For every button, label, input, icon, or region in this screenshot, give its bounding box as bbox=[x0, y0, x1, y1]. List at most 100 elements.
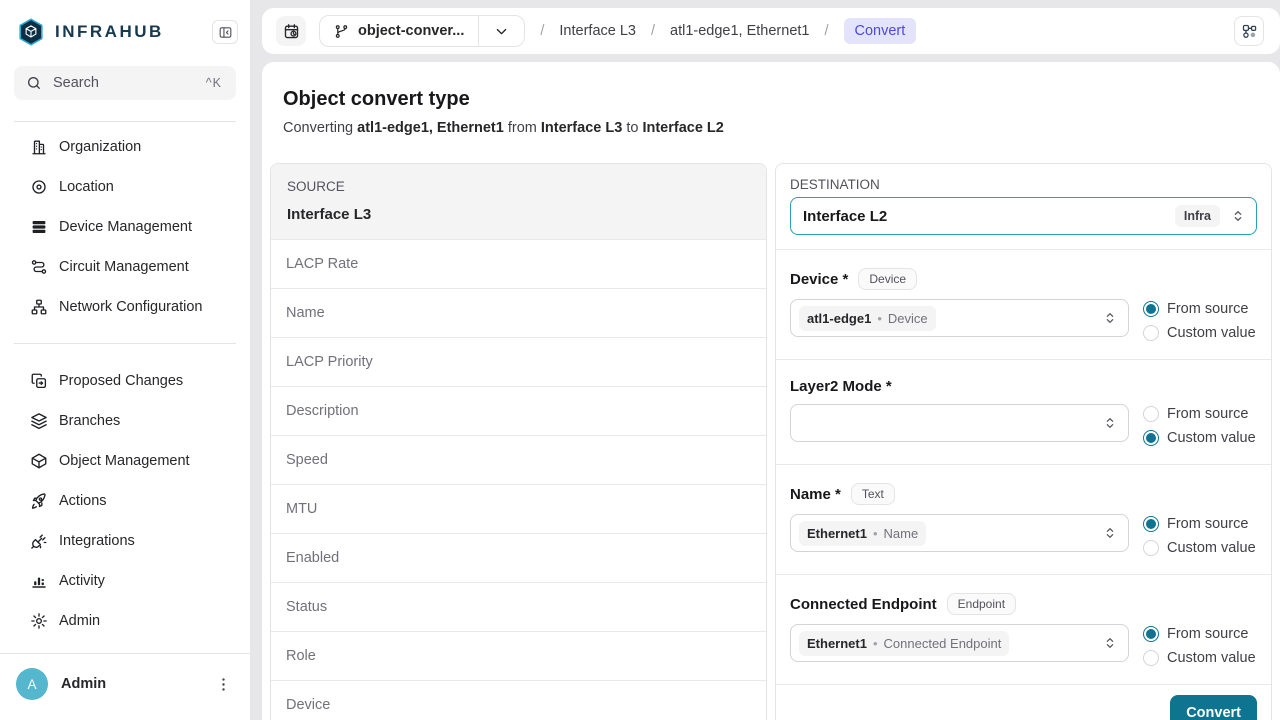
destination-type-select[interactable]: Interface L2 Infra bbox=[790, 197, 1257, 235]
sidebar-item-network-configuration[interactable]: Network Configuration bbox=[0, 287, 250, 327]
chip-attribute: Name bbox=[884, 526, 919, 541]
sidebar-item-branches[interactable]: Branches bbox=[0, 401, 250, 441]
sidebar-item-object-management[interactable]: Object Management bbox=[0, 441, 250, 481]
custom-value-radio[interactable]: Custom value bbox=[1143, 430, 1257, 446]
source-row-label: LACP Rate bbox=[286, 256, 505, 272]
topbar: object-conver... / Interface L3 / atl1-edge… bbox=[262, 8, 1280, 54]
destination-panel-label: DESTINATION bbox=[790, 177, 1257, 192]
sidebar-item-integrations[interactable]: Integrations bbox=[0, 521, 250, 561]
radio-label: Custom value bbox=[1167, 650, 1256, 666]
source-row-label: Device bbox=[286, 697, 505, 713]
chip-value: Ethernet1 bbox=[807, 526, 867, 541]
sidebar-item-actions[interactable]: Actions bbox=[0, 481, 250, 521]
sidebar-item-activity[interactable]: Activity bbox=[0, 561, 250, 601]
gear-icon bbox=[30, 612, 48, 630]
custom-value-radio[interactable]: Custom value bbox=[1143, 650, 1257, 666]
breadcrumb-item[interactable]: Interface L3 bbox=[559, 23, 636, 39]
field-select-layer2-mode[interactable] bbox=[790, 404, 1129, 442]
sidebar-item-label: Activity bbox=[59, 573, 105, 589]
custom-value-radio[interactable]: Custom value bbox=[1143, 325, 1257, 341]
schema-icon bbox=[1241, 23, 1258, 40]
breadcrumb-separator: / bbox=[824, 23, 828, 39]
sidebar-group-secondary: Proposed ChangesBranches Object Managemen… bbox=[0, 344, 250, 641]
user-name: Admin bbox=[61, 676, 200, 692]
destination-footer: Convert bbox=[776, 684, 1271, 720]
git-branch-icon bbox=[334, 24, 349, 39]
value-mode-radio-group: From source Custom value bbox=[1143, 299, 1257, 341]
source-row: Name bbox=[271, 288, 766, 337]
sidebar-item-label: Network Configuration bbox=[59, 299, 202, 315]
field-control-row: Ethernet1•Connected Endpoint From source C… bbox=[790, 624, 1257, 666]
source-row-label: Description bbox=[286, 403, 505, 419]
field-select-device[interactable]: atl1-edge1•Device bbox=[790, 299, 1129, 337]
search-icon bbox=[26, 75, 42, 91]
activity-icon bbox=[30, 572, 48, 590]
source-row: Role bbox=[271, 631, 766, 680]
radio-label: From source bbox=[1167, 406, 1248, 422]
radio-icon bbox=[1143, 516, 1159, 532]
infrahub-logo-icon bbox=[16, 16, 46, 48]
radio-icon bbox=[1143, 540, 1159, 556]
source-row: Description bbox=[271, 386, 766, 435]
breadcrumb-item: Convert bbox=[844, 18, 917, 44]
radio-label: From source bbox=[1167, 301, 1248, 317]
destination-field-connected-endpoint: Connected EndpointEndpoint Ethernet1•Conn… bbox=[776, 574, 1271, 684]
source-row: MTU bbox=[271, 484, 766, 533]
chip-dot: • bbox=[873, 526, 878, 541]
radio-icon bbox=[1143, 301, 1159, 317]
destination-type-value: Interface L2 bbox=[803, 208, 1175, 225]
chip-attribute: Device bbox=[888, 311, 928, 326]
calendar-clock-icon bbox=[283, 23, 300, 40]
radio-icon bbox=[1143, 406, 1159, 422]
field-select-connected-endpoint[interactable]: Ethernet1•Connected Endpoint bbox=[790, 624, 1129, 662]
chevron-down-icon bbox=[479, 24, 524, 39]
selected-value-chip: Ethernet1•Connected Endpoint bbox=[799, 631, 1009, 656]
chip-dot: • bbox=[877, 311, 882, 326]
sidebar-item-label: Organization bbox=[59, 139, 141, 155]
custom-value-radio[interactable]: Custom value bbox=[1143, 540, 1257, 556]
destination-field-layer2-mode: Layer2 Mode *From sourceCustom value bbox=[776, 359, 1271, 464]
search-input[interactable]: Search ^K bbox=[14, 66, 236, 100]
field-select-name[interactable]: Ethernet1 • Name bbox=[790, 514, 1129, 552]
radio-icon bbox=[1143, 325, 1159, 341]
branches-icon bbox=[30, 412, 48, 430]
sidebar-collapse-button[interactable] bbox=[212, 20, 238, 44]
from-source-radio[interactable]: From source bbox=[1143, 626, 1257, 642]
destination-panel: DESTINATION Interface L2 Infra Device *D… bbox=[775, 163, 1272, 720]
source-row-label: Role bbox=[286, 648, 505, 664]
kebab-menu-icon[interactable] bbox=[213, 674, 234, 695]
sidebar-item-organization[interactable]: Organization bbox=[0, 127, 250, 167]
source-row: Enabled bbox=[271, 533, 766, 582]
sidebar-item-label: Object Management bbox=[59, 453, 190, 469]
convert-button[interactable]: Convert bbox=[1170, 695, 1257, 720]
value-mode-radio-group: From source Custom value bbox=[1143, 404, 1257, 446]
field-control-row: From source Custom value bbox=[790, 404, 1257, 446]
sidebar-item-label: Location bbox=[59, 179, 114, 195]
source-panel-label: SOURCE bbox=[287, 179, 750, 194]
field-control-row: Ethernet1 • Name From source Custom value bbox=[790, 514, 1257, 556]
breadcrumb-separator: / bbox=[540, 23, 544, 39]
field-label-row: Name *Text bbox=[790, 483, 1257, 505]
schema-button[interactable] bbox=[1234, 16, 1264, 46]
select-caret-icon bbox=[1102, 310, 1118, 326]
from-source-radio[interactable]: From source bbox=[1143, 301, 1257, 317]
branch-selector[interactable]: object-conver... bbox=[319, 15, 525, 47]
user-menu[interactable]: A Admin bbox=[0, 653, 250, 720]
rocket-icon bbox=[30, 492, 48, 510]
sidebar-item-proposed-changes[interactable]: Proposed Changes bbox=[0, 361, 250, 401]
chip-attribute: Connected Endpoint bbox=[884, 636, 1002, 651]
sidebar-item-admin[interactable]: Admin bbox=[0, 601, 250, 641]
sidebar-item-location[interactable]: Location bbox=[0, 167, 250, 207]
sidebar-item-device-management[interactable]: Device Management bbox=[0, 207, 250, 247]
select-caret-icon bbox=[1230, 208, 1246, 224]
panel-collapse-icon bbox=[218, 25, 233, 40]
sidebar-item-label: Circuit Management bbox=[59, 259, 189, 275]
field-label: Name * bbox=[790, 486, 841, 503]
from-source-radio[interactable]: From source bbox=[1143, 516, 1257, 532]
date-picker-button[interactable] bbox=[276, 16, 306, 46]
field-label-row: Connected EndpointEndpoint bbox=[790, 593, 1257, 615]
sidebar-item-circuit-management[interactable]: Circuit Management bbox=[0, 247, 250, 287]
breadcrumb-item[interactable]: atl1-edge1, Ethernet1 bbox=[670, 23, 809, 39]
from-source-radio[interactable]: From source bbox=[1143, 406, 1257, 422]
avatar: A bbox=[16, 668, 48, 700]
